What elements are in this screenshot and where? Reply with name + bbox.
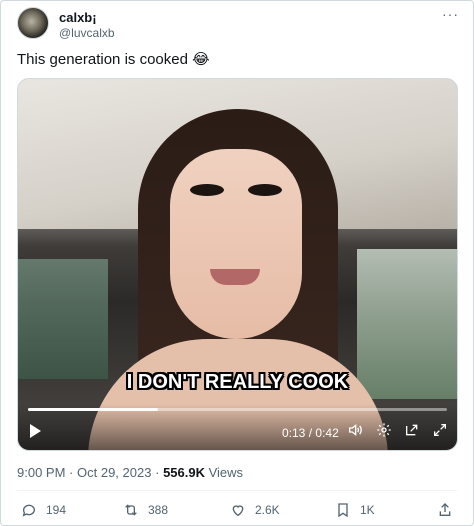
tweet-text: This generation is cooked 😂 [17, 50, 210, 69]
reply-count: 194 [46, 503, 67, 517]
share-button[interactable] [437, 502, 462, 518]
views-count[interactable]: 556.9K [163, 465, 205, 480]
volume-icon[interactable] [346, 422, 364, 440]
meta-separator: · [155, 465, 160, 480]
play-icon[interactable] [30, 424, 41, 438]
meta-separator: · [69, 465, 74, 480]
action-bar: 194 388 2.6K 1K [17, 502, 459, 522]
video-progress-bar[interactable] [28, 408, 447, 411]
video-frame-eye-right [248, 184, 282, 196]
more-dots-icon[interactable]: ··· [442, 7, 459, 21]
repost-count: 388 [148, 503, 169, 517]
tweet-time[interactable]: 9:00 PM [17, 465, 65, 480]
tweet-meta: 9:00 PM · Oct 29, 2023 · 556.9K Views [17, 465, 243, 480]
like-count: 2.6K [255, 503, 280, 517]
fullscreen-icon[interactable] [431, 422, 449, 440]
video-controls: 0:13 / 0:42 [18, 404, 457, 450]
like-button[interactable]: 2.6K [230, 502, 280, 518]
video-progress-fill [28, 408, 158, 411]
tweet-header: calxb¡ @luvcalxb ··· [17, 7, 459, 43]
video-elapsed: 0:13 [282, 426, 306, 440]
laughing-emoji-icon: 😂 [192, 50, 210, 68]
picture-in-picture-icon[interactable] [403, 422, 421, 440]
divider [17, 490, 457, 491]
author-names: calxb¡ @luvcalxb [59, 10, 115, 41]
bookmark-button[interactable]: 1K [335, 502, 375, 518]
views-label: Views [208, 465, 244, 480]
display-name[interactable]: calxb¡ [59, 10, 115, 25]
reply-icon [22, 504, 35, 517]
video-frame-face [170, 149, 302, 339]
handle[interactable]: @luvcalxb [59, 26, 115, 41]
bookmark-count: 1K [360, 503, 375, 517]
video-frame-eye-left [190, 184, 224, 196]
video-caption: I DON'T REALLY COOK [126, 371, 349, 393]
tweet-card: calxb¡ @luvcalxb ··· This generation is … [0, 0, 474, 526]
settings-gear-icon[interactable] [375, 422, 393, 440]
video-time-separator: / [308, 426, 313, 440]
video-frame-window-left [18, 259, 108, 379]
repost-button[interactable]: 388 [123, 502, 168, 518]
repost-icon [125, 504, 137, 516]
bookmark-icon [338, 503, 348, 518]
tweet-date[interactable]: Oct 29, 2023 [77, 465, 151, 480]
video-duration: 0:42 [315, 426, 339, 440]
video-time: 0:13 / 0:42 [282, 426, 339, 440]
heart-icon [232, 505, 244, 517]
avatar[interactable] [17, 7, 49, 39]
video-player[interactable]: I DON'T REALLY COOK 0:13 / 0:42 [17, 78, 458, 451]
share-icon [439, 503, 451, 516]
tweet-body: This generation is cooked [17, 51, 188, 68]
reply-button[interactable]: 194 [21, 502, 66, 518]
